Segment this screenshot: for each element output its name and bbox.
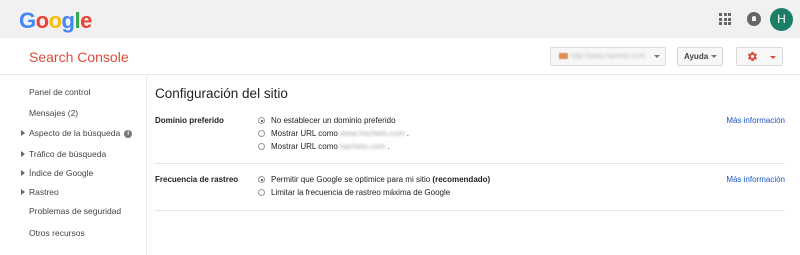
radio-option[interactable]: Mostrar URL como www.hacheto.com.	[258, 129, 409, 138]
more-info-link[interactable]: Más información	[726, 116, 785, 125]
option-text: Mostrar URL como	[271, 129, 338, 138]
radio-unchecked-icon[interactable]	[258, 189, 265, 196]
sidebar-item-panel-de-control[interactable]: Panel de control	[29, 87, 90, 97]
radio-option[interactable]: Permitir que Google se optimice para mi …	[258, 175, 490, 184]
sidebar-item-aspecto-de-la-busqueda[interactable]: Aspecto de la búsqueda i	[0, 128, 147, 138]
sidebar-item-otros-recursos[interactable]: Otros recursos	[29, 228, 85, 238]
chevron-right-icon	[21, 130, 25, 136]
blurred-domain: www.hacheto.com	[339, 129, 405, 138]
option-suffix: .	[406, 129, 409, 138]
google-logo[interactable]: Google	[19, 8, 92, 34]
info-icon[interactable]: i	[124, 130, 133, 138]
sidebar-item-label: Rastreo	[29, 187, 59, 197]
sidebar-item-label: Otros recursos	[29, 228, 85, 238]
page-title: Configuración del sitio	[155, 86, 288, 101]
logo-letter-1: G	[19, 8, 36, 33]
chevron-right-icon	[21, 151, 25, 157]
logo-letter-2: o	[35, 8, 49, 33]
chevron-down-icon	[654, 55, 660, 58]
option-suffix: .	[387, 142, 390, 151]
radio-checked-icon[interactable]	[258, 176, 265, 183]
sidebar-item-label: Problemas de seguridad	[29, 206, 122, 216]
help-button-label: Ayuda	[684, 52, 709, 61]
sidebar-item-label: Tráfico de búsqueda	[29, 149, 107, 159]
product-title[interactable]: Search Console	[29, 49, 129, 65]
radio-option[interactable]: No establecer un dominio preferido	[258, 116, 396, 125]
section-label: Frecuencia de rastreo	[155, 175, 239, 184]
option-text: Limitar la frecuencia de rastreo máxima …	[271, 188, 451, 197]
chevron-down-icon	[711, 55, 717, 58]
apps-grid-icon[interactable]	[719, 13, 731, 25]
sidebar-item-mensajes[interactable]: Mensajes (2)	[29, 108, 78, 118]
site-favicon-icon	[559, 53, 568, 60]
section-divider	[155, 210, 785, 211]
sidebar-item-label: Panel de control	[29, 87, 91, 97]
radio-unchecked-icon[interactable]	[258, 130, 265, 137]
sidebar-item-trafico-de-busqueda[interactable]: Tráfico de búsqueda	[0, 149, 147, 159]
sidebar-item-label: Índice de Google	[29, 168, 94, 178]
chevron-down-icon	[770, 56, 776, 59]
site-selector-value: http://www.hacheto.com	[571, 53, 646, 60]
chevron-right-icon	[21, 170, 25, 176]
settings-button[interactable]	[736, 47, 783, 66]
radio-option[interactable]: Mostrar URL como hacheto.com.	[258, 142, 390, 151]
option-text: Mostrar URL como	[271, 142, 338, 151]
blurred-domain: hacheto.com	[339, 142, 386, 151]
sidebar-item-rastreo[interactable]: Rastreo	[0, 187, 147, 197]
section-label: Dominio preferido	[155, 116, 224, 125]
sidebar-item-label: Mensajes (2)	[29, 108, 79, 118]
logo-letter-3: o	[48, 8, 62, 33]
product-bar: Search Console http://www.hacheto.com Ay…	[0, 38, 800, 75]
option-text: Permitir que Google se optimice para mi …	[271, 175, 431, 184]
sidebar-nav: Panel de control Mensajes (2) Aspecto de…	[0, 76, 147, 255]
more-info-link[interactable]: Más información	[726, 175, 785, 184]
help-button[interactable]: Ayuda	[677, 47, 723, 66]
logo-letter-4: g	[61, 8, 75, 33]
option-recommended: (recomendado)	[432, 175, 491, 184]
gear-icon	[748, 51, 757, 62]
sidebar-item-label: Aspecto de la búsqueda	[29, 128, 121, 138]
section-divider	[155, 163, 785, 164]
chevron-right-icon	[21, 189, 25, 195]
option-text: No establecer un dominio preferido	[271, 116, 396, 125]
logo-letter-6: e	[80, 8, 92, 33]
site-selector[interactable]: http://www.hacheto.com	[550, 47, 666, 66]
radio-option[interactable]: Limitar la frecuencia de rastreo máxima …	[258, 188, 450, 197]
sidebar-item-indice-de-google[interactable]: Índice de Google	[0, 168, 147, 178]
bell-icon[interactable]	[747, 12, 761, 26]
avatar[interactable]: H	[770, 8, 793, 31]
google-top-bar: Google H	[0, 0, 800, 38]
radio-checked-icon[interactable]	[258, 117, 265, 124]
sidebar-item-problemas-de-seguridad[interactable]: Problemas de seguridad	[29, 206, 121, 216]
radio-unchecked-icon[interactable]	[258, 143, 265, 150]
